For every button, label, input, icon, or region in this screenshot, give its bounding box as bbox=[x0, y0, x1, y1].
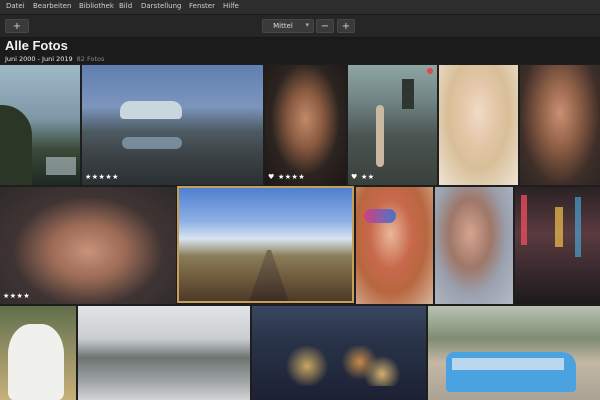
photo-tile[interactable] bbox=[520, 65, 600, 185]
flag-icon bbox=[427, 68, 433, 74]
photo-tile[interactable]: ★★★★ bbox=[0, 187, 176, 304]
photo-overlay: ★★★★ bbox=[3, 292, 173, 301]
zoom-out-button[interactable]: − bbox=[316, 19, 334, 33]
toolbar: + Mittel ▾ − + bbox=[0, 15, 600, 38]
photo-tile[interactable] bbox=[78, 306, 250, 400]
menu-darstellung[interactable]: Darstellung bbox=[141, 2, 181, 10]
heart-icon[interactable]: ♥ bbox=[351, 173, 357, 181]
rating-stars: ★★★★ bbox=[3, 292, 31, 300]
photo-tile[interactable] bbox=[0, 65, 80, 185]
chevron-down-icon: ▾ bbox=[305, 21, 309, 29]
rating-stars: ★★★★ bbox=[278, 173, 306, 181]
photo-tile[interactable] bbox=[356, 187, 433, 304]
photo-tile[interactable] bbox=[252, 306, 426, 400]
page-title: Alle Fotos bbox=[5, 38, 68, 53]
photo-tile-selected[interactable] bbox=[177, 186, 354, 303]
photo-tile[interactable] bbox=[515, 187, 600, 304]
menu-bar: Datei Bearbeiten Bibliothek Bild Darstel… bbox=[0, 0, 600, 15]
library-subtitle: Juni 2000 - Juni 2019 82 Fotos bbox=[5, 55, 104, 63]
menu-bearbeiten[interactable]: Bearbeiten bbox=[33, 2, 71, 10]
photo-tile[interactable] bbox=[439, 65, 518, 185]
photo-overlay: ★★★★★ bbox=[85, 173, 260, 182]
menu-datei[interactable]: Datei bbox=[6, 2, 25, 10]
menu-fenster[interactable]: Fenster bbox=[189, 2, 215, 10]
photo-tile[interactable] bbox=[0, 306, 76, 400]
photo-tile[interactable]: ★★★★★ bbox=[82, 65, 263, 185]
photo-tile[interactable]: ♥ ★★ bbox=[348, 65, 437, 185]
photo-tile[interactable]: ♥ ★★★★ bbox=[265, 65, 346, 185]
heart-icon[interactable]: ♥ bbox=[268, 173, 274, 181]
size-select[interactable]: Mittel ▾ bbox=[262, 19, 314, 33]
zoom-in-button[interactable]: + bbox=[337, 19, 355, 33]
add-button[interactable]: + bbox=[5, 19, 29, 33]
rating-stars: ★★★★★ bbox=[85, 173, 119, 181]
date-range: Juni 2000 - Juni 2019 bbox=[5, 55, 73, 63]
photo-tile[interactable] bbox=[435, 187, 513, 304]
photo-count: 82 Fotos bbox=[76, 55, 105, 63]
photo-tile[interactable] bbox=[428, 306, 600, 400]
menu-bibliothek[interactable]: Bibliothek bbox=[79, 2, 114, 10]
menu-bild[interactable]: Bild bbox=[119, 2, 132, 10]
photo-overlay: ♥ ★★ bbox=[351, 173, 434, 182]
rating-stars: ★★ bbox=[361, 173, 375, 181]
menu-hilfe[interactable]: Hilfe bbox=[223, 2, 239, 10]
photo-overlay: ♥ ★★★★ bbox=[268, 173, 343, 182]
size-select-value: Mittel bbox=[273, 22, 293, 30]
library-header: Alle Fotos Juni 2000 - Juni 2019 82 Fotos bbox=[0, 38, 600, 64]
